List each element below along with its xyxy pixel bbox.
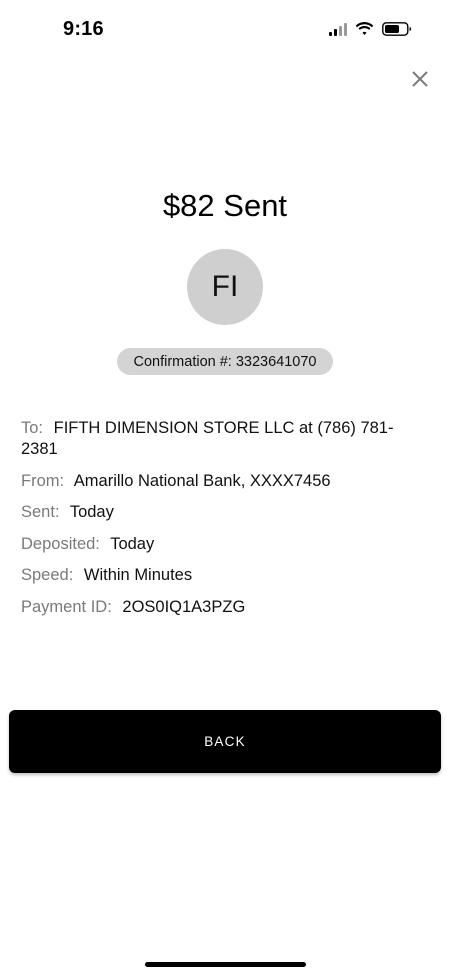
- detail-label-sent: Sent:: [21, 503, 60, 521]
- detail-label-deposited: Deposited:: [21, 534, 100, 553]
- confirmation-badge: Confirmation #: 3323641070: [117, 348, 333, 375]
- detail-value-to: FIFTH DIMENSION STORE LLC at (786) 781-2…: [21, 419, 394, 458]
- back-button[interactable]: BACK: [9, 710, 441, 773]
- home-indicator: [145, 962, 306, 967]
- detail-row-to: To: FIFTH DIMENSION STORE LLC at (786) 7…: [21, 418, 421, 460]
- detail-row-deposited: Deposited: Today: [21, 534, 421, 555]
- detail-value-from: Amarillo National Bank, XXXX7456: [73, 471, 331, 490]
- detail-label-payment-id: Payment ID:: [21, 597, 112, 616]
- wifi-icon: [355, 22, 374, 35]
- payment-details: To: FIFTH DIMENSION STORE LLC at (786) 7…: [21, 418, 421, 628]
- back-button-label: BACK: [204, 734, 246, 749]
- status-icons: [329, 22, 412, 36]
- detail-label-from: From:: [21, 471, 65, 490]
- status-time: 9:16: [63, 18, 104, 40]
- detail-value-payment-id: 2OS0IQ1A3PZG: [122, 597, 246, 616]
- avatar-initials: FI: [211, 270, 239, 303]
- page-title: $82 Sent: [162, 188, 288, 223]
- detail-row-from: From: Amarillo National Bank, XXXX7456: [21, 471, 421, 492]
- signal-icon: [329, 22, 347, 36]
- detail-value-speed: Within Minutes: [83, 566, 193, 584]
- detail-row-speed: Speed: Within Minutes: [21, 565, 421, 586]
- status-bar: 9:16: [0, 0, 450, 58]
- battery-icon: [382, 22, 412, 36]
- detail-value-sent: Today: [69, 503, 114, 521]
- close-icon[interactable]: [410, 69, 430, 89]
- avatar: FI: [187, 249, 263, 325]
- detail-value-deposited: Today: [110, 534, 155, 553]
- detail-row-payment-id: Payment ID: 2OS0IQ1A3PZG: [21, 597, 421, 618]
- detail-label-to: To:: [21, 419, 44, 437]
- detail-row-sent: Sent: Today: [21, 502, 421, 523]
- detail-label-speed: Speed:: [21, 566, 74, 584]
